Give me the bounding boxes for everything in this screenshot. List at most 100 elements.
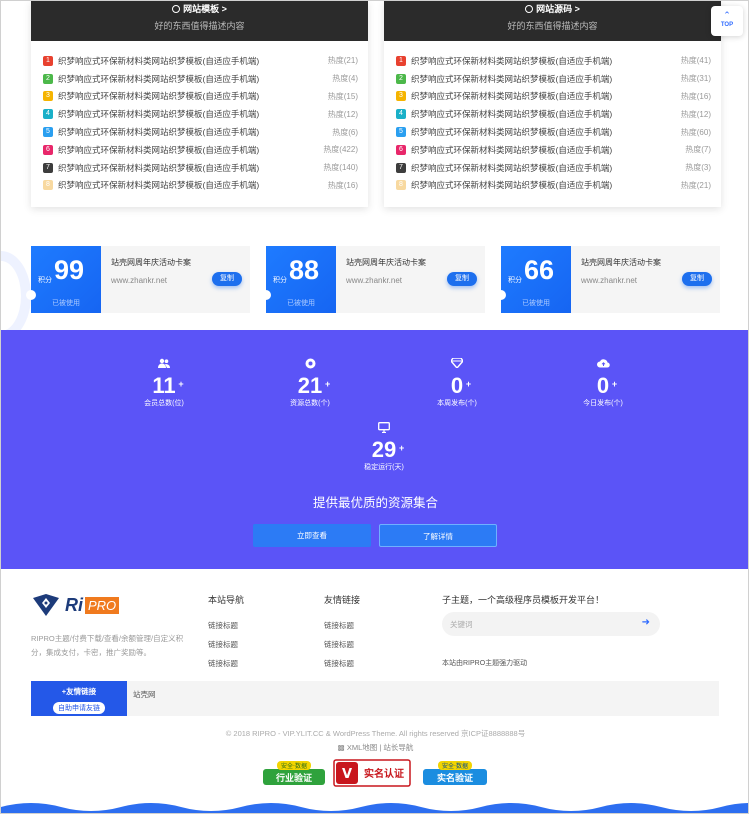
rank-item-title[interactable]: 织梦响应式环保新材料类网站织梦模板(自适应手机端) — [411, 55, 681, 67]
rank-card-title-text[interactable]: 网站源码 > — [536, 4, 580, 14]
stat-number: 11 — [152, 373, 176, 398]
rank-item[interactable]: 7 织梦响应式环保新材料类网站织梦模板(自适应手机端) 热度(140) — [43, 159, 358, 177]
stat-plus: + — [178, 379, 184, 389]
footer-link[interactable]: 链接标题 — [324, 616, 360, 635]
footer-link[interactable]: 链接标题 — [208, 654, 244, 673]
coupon-copy-button[interactable]: 复制 — [212, 272, 242, 286]
rank-card-source: 网站源码 > 好的东西值得描述内容 1 织梦响应式环保新材料类网站织梦模板(自适应… — [384, 1, 721, 207]
footer-link[interactable]: 链接标题 — [324, 654, 360, 673]
rank-card-title[interactable]: 网站源码 > — [384, 3, 721, 15]
footer-link[interactable]: 链接标题 — [208, 616, 244, 635]
badge-industry-verify[interactable]: 安全·数据 行业验证 — [259, 759, 329, 787]
rank-item-title[interactable]: 织梦响应式环保新材料类网站织梦模板(自适应手机端) — [58, 73, 332, 85]
rank-item[interactable]: 6 织梦响应式环保新材料类网站织梦模板(自适应手机端) 热度(422) — [43, 141, 358, 159]
rank-number: 6 — [396, 144, 406, 155]
rank-number: 6 — [43, 144, 53, 155]
rank-item[interactable]: 4 织梦响应式环保新材料类网站织梦模板(自适应手机端) 热度(12) — [43, 105, 358, 123]
rank-item[interactable]: 3 织梦响应式环保新材料类网站织梦模板(自适应手机端) 热度(15) — [43, 88, 358, 106]
trust-badges: 安全·数据 行业验证 V 实名认证 安全·数据 实名验证 — [1, 759, 748, 791]
rank-item-title[interactable]: 织梦响应式环保新材料类网站织梦模板(自适应手机端) — [58, 126, 332, 138]
rank-card-title[interactable]: 网站模板 > — [31, 3, 368, 15]
rank-item-title[interactable]: 织梦响应式环保新材料类网站织梦模板(自适应手机端) — [58, 108, 328, 120]
rank-item[interactable]: 1 织梦响应式环保新材料类网站织梦模板(自适应手机端) 热度(21) — [43, 52, 358, 70]
stat-label: 稳定运行(天) — [364, 464, 404, 471]
rank-item-title[interactable]: 织梦响应式环保新材料类网站织梦模板(自适应手机端) — [58, 90, 328, 102]
stat-number: 29 — [371, 437, 397, 462]
rank-item-heat: 热度(12) — [680, 109, 711, 119]
stat-number: 0 — [450, 373, 464, 398]
rank-item-title[interactable]: 织梦响应式环保新材料类网站织梦模板(自适应手机端) — [411, 162, 685, 174]
badge-text: 实名认证 — [364, 767, 404, 780]
footer-link[interactable]: 链接标题 — [208, 635, 244, 654]
logo-text: Ri — [65, 594, 83, 615]
footer-link[interactable]: 链接标题 — [324, 635, 360, 654]
rank-number: 4 — [43, 109, 53, 120]
coupon-copy-button[interactable]: 复制 — [447, 272, 477, 286]
stat-label: 会员总数(位) — [144, 400, 184, 407]
rank-item-heat: 热度(21) — [680, 180, 711, 190]
diamond-icon — [417, 357, 497, 370]
rank-item-heat: 热度(12) — [327, 109, 358, 119]
rank-number: 2 — [43, 73, 53, 84]
stat-plus: + — [398, 443, 405, 453]
rank-item[interactable]: 6 织梦响应式环保新材料类网站织梦模板(自适应手机端) 热度(7) — [396, 141, 711, 159]
rank-item-heat: 热度(21) — [327, 56, 358, 66]
rank-item[interactable]: 2 织梦响应式环保新材料类网站织梦模板(自适应手机端) 热度(31) — [396, 70, 711, 88]
rank-number: 4 — [396, 109, 406, 120]
coupon-value-panel: 积分 66 已被使用 — [501, 246, 571, 313]
footer-search-input[interactable]: 关键词 ➜ — [442, 612, 660, 636]
back-to-top-button[interactable]: ⌃ TOP — [711, 6, 743, 36]
coupon-copy-button[interactable]: 复制 — [682, 272, 712, 286]
circle-icon — [172, 5, 181, 13]
rank-item[interactable]: 2 织梦响应式环保新材料类网站织梦模板(自适应手机端) 热度(4) — [43, 70, 358, 88]
rank-item[interactable]: 4 织梦响应式环保新材料类网站织梦模板(自适应手机端) 热度(12) — [396, 105, 711, 123]
stat-plus: + — [465, 379, 472, 389]
coupon-value-panel: 积分 88 已被使用 — [266, 246, 336, 313]
rank-item[interactable]: 5 织梦响应式环保新材料类网站织梦模板(自适应手机端) 热度(6) — [43, 123, 358, 141]
page: 网站模板 > 好的东西值得描述内容 1 织梦响应式环保新材料类网站织梦模板(自适应… — [0, 0, 749, 814]
rank-number: 1 — [43, 55, 53, 66]
site-logo[interactable]: Ri PRO — [31, 593, 120, 617]
friend-link[interactable]: 站壳网 — [133, 689, 156, 700]
rank-item-title[interactable]: 织梦响应式环保新材料类网站织梦模板(自适应手机端) — [411, 126, 681, 138]
badge-real-name-certified[interactable]: V 实名认证 — [333, 759, 411, 787]
rank-item-title[interactable]: 织梦响应式环保新材料类网站织梦模板(自适应手机端) — [411, 73, 681, 85]
rank-item-title[interactable]: 织梦响应式环保新材料类网站织梦模板(自适应手机端) — [411, 144, 685, 156]
rank-card-title-text[interactable]: 网站模板 > — [183, 4, 227, 14]
badge-real-name-verify[interactable]: 安全·数据 实名验证 — [419, 759, 491, 787]
stat-resources: 21 + 资源总数(个) — [270, 358, 350, 408]
rank-item-title[interactable]: 织梦响应式环保新材料类网站织梦模板(自适应手机端) — [58, 144, 323, 156]
rank-item-title[interactable]: 织梦响应式环保新材料类网站织梦模板(自适应手机端) — [58, 162, 323, 174]
arrow-right-icon[interactable]: ➜ — [642, 617, 650, 628]
view-now-button[interactable]: 立即查看 — [253, 524, 371, 547]
rank-item-heat: 热度(31) — [680, 74, 711, 84]
rank-item-heat: 热度(6) — [332, 127, 358, 137]
rank-item[interactable]: 8 织梦响应式环保新材料类网站织梦模板(自适应手机端) 热度(21) — [396, 177, 711, 195]
rank-card-subtitle: 好的东西值得描述内容 — [507, 21, 598, 31]
stats-section: 11 + 会员总数(位) 21 + 资源总数(个) 0 + 本周发布(个) 0 + 今日… — [1, 330, 748, 569]
copyright: © 2018 RIPRO - VIP.YLIT.CC & WordPress T… — [225, 729, 526, 738]
rank-number: 5 — [43, 127, 53, 138]
rank-number: 3 — [396, 91, 406, 102]
rank-item-title[interactable]: 织梦响应式环保新材料类网站织梦模板(自适应手机端) — [411, 108, 681, 120]
rank-item[interactable]: 7 织梦响应式环保新材料类网站织梦模板(自适应手机端) 热度(3) — [396, 159, 711, 177]
apply-friend-link-button[interactable]: 自助申请友链 — [53, 702, 105, 714]
footer-description: RIPRO主题/付费下载/查看/余额管理/自定义积分，集成支付，卡密，推广奖励等… — [31, 634, 184, 657]
rank-item[interactable]: 3 织梦响应式环保新材料类网站织梦模板(自适应手机端) 热度(16) — [396, 88, 711, 106]
rank-item-title[interactable]: 织梦响应式环保新材料类网站织梦模板(自适应手机端) — [58, 179, 328, 191]
badge-top-text: 安全·数据 — [442, 762, 468, 770]
rank-item-title[interactable]: 织梦响应式环保新材料类网站织梦模板(自适应手机端) — [58, 55, 328, 67]
rank-item[interactable]: 8 织梦响应式环保新材料类网站织梦模板(自适应手机端) 热度(16) — [43, 177, 358, 195]
rank-item[interactable]: 1 织梦响应式环保新材料类网站织梦模板(自适应手机端) 热度(41) — [396, 52, 711, 70]
rank-item-title[interactable]: 织梦响应式环保新材料类网站织梦模板(自适应手机端) — [411, 90, 681, 102]
sitemap-links[interactable]: ▩ XML地图 | 站长导航 — [1, 742, 748, 753]
badge-top-text: 安全·数据 — [281, 762, 307, 770]
sitemap-links-text[interactable]: XML地图 | 站长导航 — [347, 743, 414, 752]
search-placeholder: 关键词 — [450, 620, 473, 629]
rank-number: 2 — [396, 73, 406, 84]
stats-title: 提供最优质的资源集合 — [312, 496, 438, 510]
rank-item[interactable]: 5 织梦响应式环保新材料类网站织梦模板(自适应手机端) 热度(60) — [396, 123, 711, 141]
learn-more-button[interactable]: 了解详情 — [379, 524, 497, 547]
rank-item-title[interactable]: 织梦响应式环保新材料类网站织梦模板(自适应手机端) — [411, 179, 681, 191]
stat-value: 11 + — [152, 373, 183, 398]
